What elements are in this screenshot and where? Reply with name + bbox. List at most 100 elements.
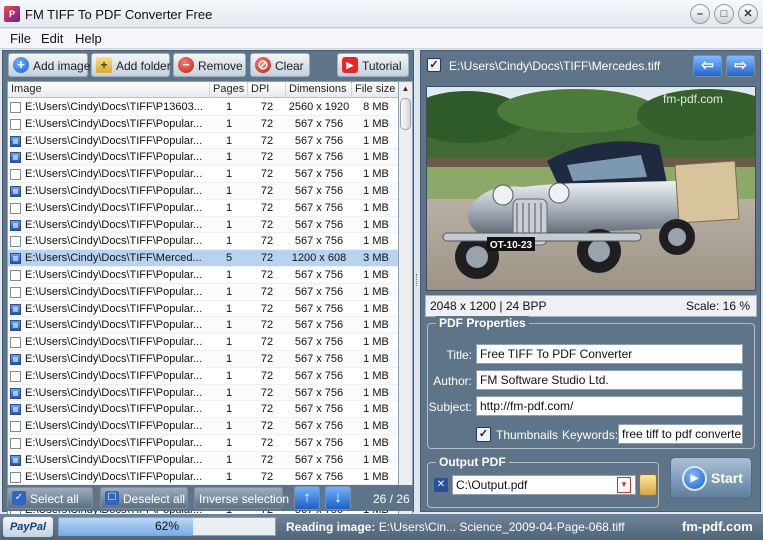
row-checkbox[interactable] — [10, 186, 21, 197]
move-down-button[interactable]: ↓ — [325, 486, 351, 510]
add-folder-button[interactable]: + Add folder — [91, 53, 171, 77]
close-button[interactable]: ✕ — [738, 4, 758, 24]
tutorial-button[interactable]: ▶ Tutorial — [337, 53, 409, 77]
row-checkbox[interactable] — [10, 118, 21, 130]
row-checkbox[interactable] — [10, 370, 21, 382]
table-row[interactable]: E:\Users\Cindy\Docs\TIFF\Popular... 1 72 56… — [8, 183, 398, 200]
cell-size: 1 MB — [363, 420, 389, 433]
table-row[interactable]: E:\Users\Cindy\Docs\TIFF\Popular... 1 72 56… — [8, 317, 398, 335]
table-row[interactable]: E:\Users\Cindy\Docs\TIFF\Popular... 1 72 56… — [8, 351, 398, 368]
cell-image-path: E:\Users\Cindy\Docs\TIFF\Popular... — [25, 235, 203, 248]
col-dimensions[interactable]: Dimensions — [286, 82, 352, 98]
row-checkbox[interactable] — [10, 135, 21, 147]
row-checkbox[interactable] — [10, 320, 21, 332]
menu-edit[interactable]: Edit — [38, 31, 66, 46]
col-image[interactable]: Image — [8, 82, 210, 98]
preview-info-bar: 2048 x 1200 | 24 BPP Scale: 16 % — [425, 295, 757, 317]
output-path-field[interactable]: C:\Output.pdf ▼ — [452, 475, 636, 495]
remove-button[interactable]: − Remove — [173, 53, 246, 77]
table-row[interactable]: E:\Users\Cindy\Docs\TIFF\Popular... 1 72 56… — [8, 301, 398, 318]
cell-dimensions: 567 x 756 — [294, 218, 344, 231]
menu-file[interactable]: File — [7, 31, 34, 46]
row-checkbox[interactable] — [10, 102, 21, 113]
progress-text: 62% — [154, 519, 180, 533]
row-checkbox[interactable] — [10, 303, 21, 315]
row-checkbox[interactable] — [10, 438, 21, 449]
table-row[interactable]: E:\Users\Cindy\Docs\TIFF\Popular... 1 72 56… — [8, 133, 398, 150]
cell-pages: 1 — [225, 386, 233, 399]
thumbnails-checkbox[interactable]: ✓ — [476, 427, 491, 442]
row-checkbox[interactable] — [10, 337, 21, 349]
table-row[interactable]: E:\Users\Cindy\Docs\TIFF\Popular... 1 72 56… — [8, 334, 398, 351]
clear-button[interactable]: ⊘ Clear — [250, 53, 310, 77]
cell-dpi: 72 — [260, 218, 274, 231]
row-checkbox[interactable] — [10, 253, 21, 265]
cell-dpi: 72 — [260, 470, 274, 483]
row-checkbox[interactable] — [10, 219, 21, 231]
menu-help[interactable]: Help — [72, 31, 105, 46]
table-row[interactable]: E:\Users\Cindy\Docs\TIFF\Popular... 1 72 56… — [8, 149, 398, 167]
table-row[interactable]: E:\Users\Cindy\Docs\TIFF\Popular... 1 72 56… — [8, 469, 398, 486]
table-row[interactable]: E:\Users\Cindy\Docs\TIFF\Popular... 1 72 56… — [8, 200, 398, 217]
cell-size: 1 MB — [363, 201, 389, 214]
splitter-grip[interactable] — [416, 274, 418, 286]
cell-size: 1 MB — [363, 302, 389, 315]
cell-dimensions: 567 x 756 — [294, 369, 344, 382]
table-row[interactable]: E:\Users\Cindy\Docs\TIFF\P13603... 1 72 256… — [8, 99, 398, 116]
author-field[interactable]: FM Software Studio Ltd. — [476, 370, 743, 390]
select-all-button[interactable]: ✓ Select all — [7, 487, 93, 509]
next-image-button[interactable]: ⇨ — [726, 55, 755, 77]
col-pages[interactable]: Pages — [210, 82, 248, 98]
paypal-button[interactable]: PayPal — [3, 517, 53, 537]
table-row[interactable]: E:\Users\Cindy\Docs\TIFF\Popular... 1 72 56… — [8, 384, 398, 402]
cell-image-path: E:\Users\Cindy\Docs\TIFF\Merced... — [25, 252, 202, 265]
table-row[interactable]: E:\Users\Cindy\Docs\TIFF\Popular... 1 72 56… — [8, 115, 398, 133]
move-up-button[interactable]: ↑ — [294, 486, 320, 510]
table-row[interactable]: E:\Users\Cindy\Docs\TIFF\Popular... 1 72 56… — [8, 435, 398, 452]
col-file-size[interactable]: File size — [352, 82, 398, 98]
maximize-button[interactable]: □ — [714, 4, 734, 24]
row-checkbox[interactable] — [10, 421, 21, 433]
table-row[interactable]: E:\Users\Cindy\Docs\TIFF\Popular... 1 72 56… — [8, 216, 398, 234]
row-checkbox[interactable] — [10, 286, 21, 298]
clear-output-icon[interactable]: ✕ — [434, 478, 448, 492]
table-row[interactable]: E:\Users\Cindy\Docs\TIFF\Popular... 1 72 56… — [8, 283, 398, 301]
row-checkbox[interactable] — [10, 202, 21, 214]
row-checkbox[interactable] — [10, 471, 21, 483]
row-checkbox[interactable] — [10, 152, 21, 164]
row-checkbox[interactable] — [10, 169, 21, 181]
cell-size: 1 MB — [363, 336, 389, 349]
inverse-selection-button[interactable]: Inverse selection — [194, 487, 289, 509]
list-scrollbar[interactable]: ▲ ▼ — [399, 81, 413, 533]
row-checkbox[interactable] — [10, 354, 21, 365]
table-row[interactable]: E:\Users\Cindy\Docs\TIFF\Popular... 1 72 56… — [8, 451, 398, 469]
image-table[interactable]: Image Pages DPI Dimensions File size E:\… — [7, 81, 399, 533]
table-row[interactable]: E:\Users\Cindy\Docs\TIFF\Popular... 1 72 56… — [8, 401, 398, 419]
previous-image-button[interactable]: ⇦ — [693, 55, 722, 77]
table-row[interactable]: E:\Users\Cindy\Docs\TIFF\Merced... 5 72 120… — [8, 250, 398, 267]
row-checkbox[interactable] — [10, 270, 21, 281]
scroll-thumb[interactable] — [400, 98, 411, 130]
table-row[interactable]: E:\Users\Cindy\Docs\TIFF\Popular... 1 72 56… — [8, 166, 398, 183]
table-row[interactable]: E:\Users\Cindy\Docs\TIFF\Popular... 1 72 56… — [8, 368, 398, 385]
title-field[interactable]: Free TIFF To PDF Converter — [476, 344, 743, 364]
keywords-field[interactable]: free tiff to pdf converter — [618, 424, 743, 444]
row-checkbox[interactable] — [10, 387, 21, 399]
table-row[interactable]: E:\Users\Cindy\Docs\TIFF\Popular... 1 72 56… — [8, 267, 398, 284]
table-row[interactable]: E:\Users\Cindy\Docs\TIFF\Popular... 1 72 56… — [8, 233, 398, 251]
brand-link[interactable]: fm-pdf.com — [682, 519, 753, 534]
table-row[interactable]: E:\Users\Cindy\Docs\TIFF\Popular... 1 72 56… — [8, 418, 398, 435]
row-checkbox[interactable] — [10, 236, 21, 248]
browse-folder-icon[interactable] — [639, 474, 657, 496]
add-image-button[interactable]: + Add image — [8, 53, 90, 77]
minimize-button[interactable]: – — [690, 4, 710, 24]
col-dpi[interactable]: DPI — [248, 82, 286, 98]
scroll-up-icon[interactable]: ▲ — [399, 82, 412, 96]
deselect-all-button[interactable]: ☐ Deselect all — [100, 487, 188, 509]
preview-include-checkbox[interactable]: ✓ — [427, 58, 441, 72]
cell-image-path: E:\Users\Cindy\Docs\TIFF\Popular... — [25, 151, 203, 164]
subject-field[interactable]: http://fm-pdf.com/ — [476, 396, 743, 416]
row-checkbox[interactable] — [10, 404, 21, 416]
row-checkbox[interactable] — [10, 454, 21, 466]
start-button[interactable]: ▶ Start — [670, 457, 752, 499]
